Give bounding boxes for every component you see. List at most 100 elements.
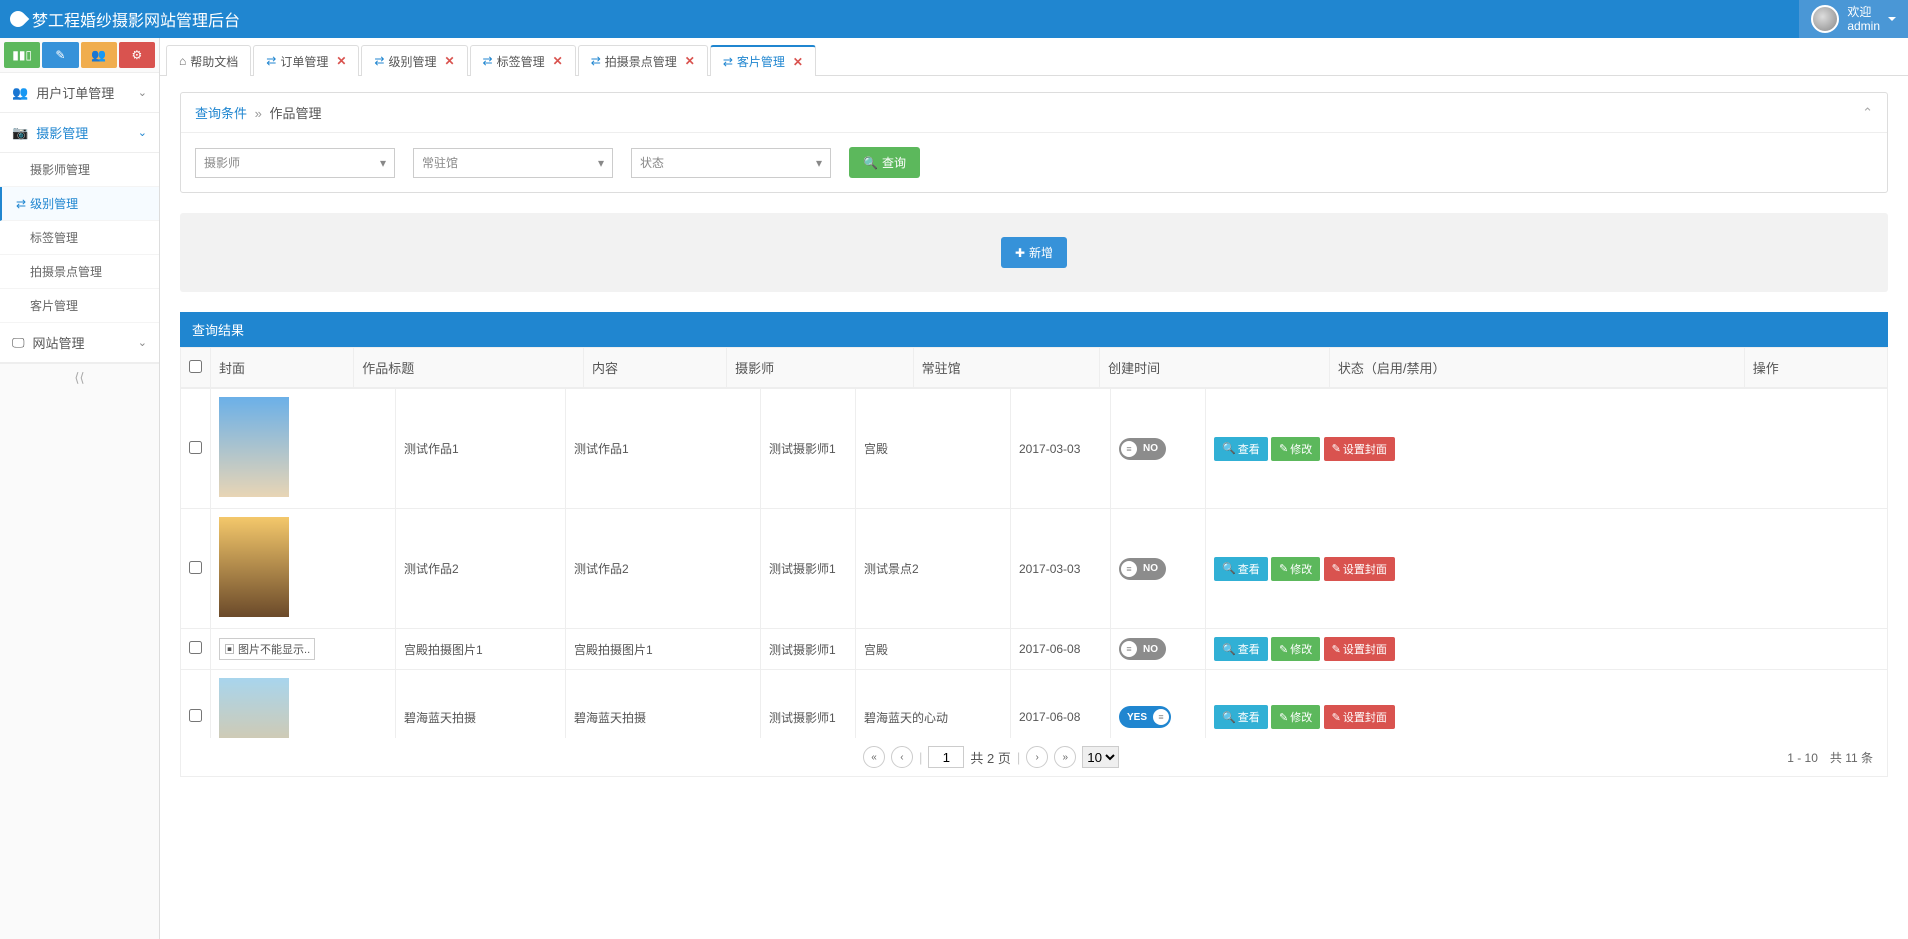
toolbar-users-button[interactable]: 👥 <box>81 42 117 68</box>
pager-size-select[interactable]: 10 <box>1082 746 1119 768</box>
sidebar-item-tags[interactable]: 标签管理 <box>0 221 159 255</box>
pencil-icon: ✎ <box>1332 442 1341 455</box>
view-button[interactable]: 🔍查看 <box>1214 557 1268 581</box>
users-icon: 👥 <box>91 48 106 62</box>
collapse-icon: ⟨⟨ <box>74 370 84 386</box>
pager-prev-button[interactable]: ‹ <box>891 746 913 768</box>
set-cover-button[interactable]: ✎设置封面 <box>1324 437 1395 461</box>
pencil-icon: ✎ <box>1279 442 1288 455</box>
close-icon[interactable]: ✕ <box>685 54 695 68</box>
table-row: 测试作品1 测试作品1 测试摄影师1 宫殿 2017-03-03 ≡NO 🔍查看… <box>181 389 1888 509</box>
monitor-icon: 🖵 <box>12 335 25 351</box>
cell-title: 宫殿拍摄图片1 <box>396 629 566 670</box>
pager-next-button[interactable]: › <box>1026 746 1048 768</box>
tab-label: 帮助文档 <box>190 53 238 70</box>
close-icon[interactable]: ✕ <box>444 54 454 68</box>
tab-tags[interactable]: ⇄ 标签管理 ✕ <box>470 45 576 76</box>
sidebar-item-clients[interactable]: 客片管理 <box>0 289 159 323</box>
status-toggle[interactable]: ≡NO <box>1119 558 1166 580</box>
status-toggle[interactable]: ≡NO <box>1119 638 1166 660</box>
chevron-up-icon[interactable]: ⌃ <box>1862 105 1873 121</box>
home-icon: ⌂ <box>179 54 186 68</box>
tab-level[interactable]: ⇄ 级别管理 ✕ <box>361 45 467 76</box>
sidebar-item-level[interactable]: ⇄级别管理 <box>0 187 159 221</box>
edit-button[interactable]: ✎修改 <box>1271 637 1320 661</box>
toolbar-edit-button[interactable]: ✎ <box>42 42 78 68</box>
col-title: 作品标题 <box>354 348 584 388</box>
close-icon[interactable]: ✕ <box>553 54 563 68</box>
cell-venue: 测试景点2 <box>856 509 1011 629</box>
tab-label: 标签管理 <box>497 53 545 70</box>
pencil-icon: ✎ <box>1279 711 1288 724</box>
sidebar-group-orders[interactable]: 👥用户订单管理 ⌄ <box>0 73 159 113</box>
tab-label: 订单管理 <box>280 53 328 70</box>
filter-row: 摄影师▾ 常驻馆▾ 状态▾ 🔍查询 <box>195 147 1873 178</box>
breadcrumb-root[interactable]: 查询条件 <box>195 106 247 121</box>
toolbar-stats-button[interactable]: ▮▮▯ <box>4 42 40 68</box>
cell-venue: 碧海蓝天的心动 <box>856 670 1011 739</box>
caret-down-icon: ▾ <box>380 156 386 170</box>
pager-page-input[interactable] <box>928 746 964 768</box>
cell-title: 测试作品2 <box>396 509 566 629</box>
close-icon[interactable]: ✕ <box>793 55 803 69</box>
sidebar-collapse-button[interactable]: ⟨⟨ <box>0 363 159 392</box>
edit-button[interactable]: ✎修改 <box>1271 437 1320 461</box>
user-menu[interactable]: 欢迎 admin <box>1799 0 1908 38</box>
row-checkbox[interactable] <box>189 561 202 574</box>
cell-photographer: 测试摄影师1 <box>761 629 856 670</box>
row-checkbox[interactable] <box>189 641 202 654</box>
cell-title: 碧海蓝天拍摄 <box>396 670 566 739</box>
close-icon[interactable]: ✕ <box>336 54 346 68</box>
pager-first-button[interactable]: « <box>863 746 885 768</box>
sidebar-item-label: 标签管理 <box>30 231 78 245</box>
caret-down-icon: ▾ <box>816 156 822 170</box>
view-button[interactable]: 🔍查看 <box>1214 437 1268 461</box>
table-header-row: 封面 作品标题 内容 摄影师 常驻馆 创建时间 状态（启用/禁用） 操作 <box>181 348 1888 388</box>
cell-created: 2017-03-03 <box>1011 509 1111 629</box>
status-toggle[interactable]: ≡NO <box>1119 438 1166 460</box>
edit-button[interactable]: ✎修改 <box>1271 557 1320 581</box>
table-scroll[interactable]: 测试作品1 测试作品1 测试摄影师1 宫殿 2017-03-03 ≡NO 🔍查看… <box>180 388 1888 738</box>
add-button[interactable]: ✚新增 <box>1001 237 1067 268</box>
tab-clients[interactable]: ⇄ 客片管理 ✕ <box>710 45 816 76</box>
pager-row: « ‹ | 共 2 页 | › » 10 1 - 10 共 11 条 <box>180 738 1888 777</box>
view-button[interactable]: 🔍查看 <box>1214 705 1268 729</box>
filter-venue[interactable]: 常驻馆▾ <box>413 148 613 178</box>
tab-label: 拍摄景点管理 <box>605 53 677 70</box>
toolbar-share-button[interactable]: ⚙ <box>119 42 155 68</box>
sliders-icon: ⇄ <box>723 55 733 69</box>
set-cover-button[interactable]: ✎设置封面 <box>1324 705 1395 729</box>
col-content: 内容 <box>583 348 726 388</box>
status-toggle[interactable]: YES≡ <box>1119 706 1171 728</box>
edit-button[interactable]: ✎修改 <box>1271 705 1320 729</box>
tab-scenes[interactable]: ⇄ 拍摄景点管理 ✕ <box>578 45 708 76</box>
set-cover-button[interactable]: ✎设置封面 <box>1324 637 1395 661</box>
user-text: 欢迎 admin <box>1847 5 1880 34</box>
filter-status[interactable]: 状态▾ <box>631 148 831 178</box>
tab-label: 客片管理 <box>737 53 785 70</box>
sidebar-group-label: 摄影管理 <box>36 123 88 142</box>
filter-photographer[interactable]: 摄影师▾ <box>195 148 395 178</box>
search-icon: 🔍 <box>1222 711 1236 724</box>
tab-orders[interactable]: ⇄ 订单管理 ✕ <box>253 45 359 76</box>
sidebar-group-website[interactable]: 🖵网站管理 ⌄ <box>0 323 159 363</box>
chevron-down-icon: ⌄ <box>138 86 147 99</box>
cell-content: 测试作品1 <box>566 389 761 509</box>
sidebar-item-photographer[interactable]: 摄影师管理 <box>0 153 159 187</box>
row-checkbox[interactable] <box>189 441 202 454</box>
search-button[interactable]: 🔍查询 <box>849 147 920 178</box>
view-button[interactable]: 🔍查看 <box>1214 637 1268 661</box>
row-checkbox[interactable] <box>189 709 202 722</box>
tab-help[interactable]: ⌂ 帮助文档 <box>166 45 251 76</box>
set-cover-button[interactable]: ✎设置封面 <box>1324 557 1395 581</box>
sidebar-group-photography[interactable]: 📷摄影管理 ⌄ <box>0 113 159 153</box>
sidebar-item-scenes[interactable]: 拍摄景点管理 <box>0 255 159 289</box>
bar-chart-icon: ▮▮▯ <box>12 48 32 62</box>
grid-title: 查询结果 <box>180 312 1888 347</box>
pager-last-button[interactable]: » <box>1054 746 1076 768</box>
chevron-down-icon: ⌄ <box>138 336 147 349</box>
sidebar-group-label: 用户订单管理 <box>36 83 114 102</box>
search-icon: 🔍 <box>863 156 878 170</box>
sliders-icon: ⇄ <box>483 54 493 68</box>
select-all-checkbox[interactable] <box>189 360 202 373</box>
